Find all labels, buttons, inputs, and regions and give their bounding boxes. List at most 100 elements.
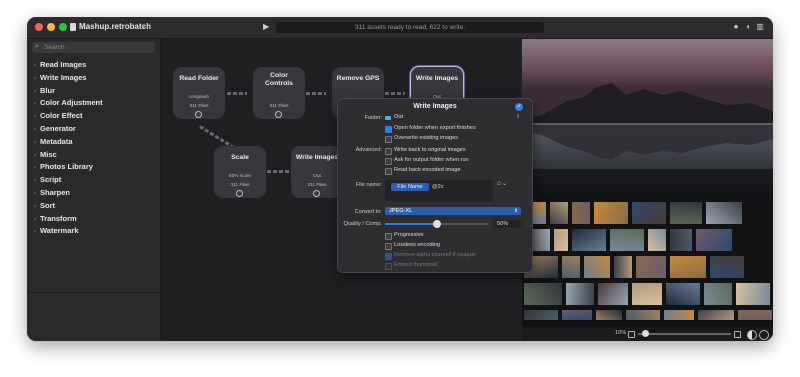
ask-output-folder-checkbox[interactable]: [385, 158, 392, 165]
quality-slider[interactable]: [385, 220, 489, 228]
zoom-out-icon[interactable]: [628, 331, 635, 338]
sidebar-item-label: Blur: [40, 85, 55, 95]
remove-alpha-checkbox[interactable]: [385, 253, 392, 260]
thumbnail-image[interactable]: [632, 283, 662, 305]
thumbnail-image[interactable]: [562, 256, 580, 278]
appearance-toggle-icon[interactable]: [747, 330, 757, 340]
node-read-folder[interactable]: Read Folder Unsplash 311 Files: [173, 67, 225, 119]
convert-format-select[interactable]: JPEG-XL ⇕: [385, 207, 521, 215]
thumbnail-image[interactable]: [594, 202, 628, 224]
chat-bubble-icon[interactable]: ◖: [743, 22, 753, 32]
zoom-slider[interactable]: [638, 330, 731, 337]
folder-icon: [385, 116, 391, 120]
thumbnail-image[interactable]: [554, 229, 568, 251]
zoom-slider-thumb[interactable]: [641, 330, 649, 337]
node-file-count: 311 Files: [307, 183, 327, 188]
sidebar-item-misc[interactable]: › Misc: [34, 150, 103, 163]
read-back-checkbox[interactable]: [385, 168, 392, 175]
thumbnail-image[interactable]: [706, 202, 742, 224]
preview-main-image[interactable]: [522, 39, 773, 199]
sidebar-item-metadata[interactable]: › Metadata: [34, 137, 103, 150]
sidebar-item-write-images[interactable]: › Write Images: [34, 73, 103, 86]
info-icon[interactable]: [759, 330, 769, 340]
updown-arrows-icon[interactable]: ⇕: [516, 114, 520, 120]
open-folder-checkbox[interactable]: [385, 126, 392, 133]
thumbnail-image[interactable]: [664, 310, 694, 320]
node-write-images[interactable]: Write Images Out 311 Files: [291, 146, 343, 198]
thumbnail-image[interactable]: [562, 310, 592, 320]
filename-field[interactable]: File Name @2x: [385, 180, 493, 201]
insert-token-icon[interactable]: ☺⌄: [496, 180, 507, 187]
thumbnail-image[interactable]: [550, 202, 568, 224]
sidebar-item-generator[interactable]: › Generator: [34, 124, 103, 137]
sidebar-item-sharpen[interactable]: › Sharpen: [34, 188, 103, 201]
write-back-checkbox[interactable]: [385, 148, 392, 155]
chevron-down-icon[interactable]: ⌄: [140, 21, 147, 30]
sidebar-item-transform[interactable]: › Transform: [34, 214, 103, 227]
sidebar-item-photos-library[interactable]: › Photos Library: [34, 162, 103, 175]
sidebar-item-label: Photos Library: [40, 162, 93, 172]
zoom-label: 10%: [615, 330, 627, 336]
thumbnail-image[interactable]: [572, 229, 606, 251]
lossless-checkbox[interactable]: [385, 243, 392, 250]
thumbnail-image[interactable]: [566, 283, 594, 305]
embed-thumbnail-checkbox[interactable]: [385, 263, 392, 270]
node-status-icon: [313, 190, 320, 197]
sidebar-item-read-images[interactable]: › Read Images: [34, 60, 103, 73]
thumbnail-image[interactable]: [632, 202, 666, 224]
thumbnail-image[interactable]: [524, 283, 562, 305]
sidebar-item-watermark[interactable]: › Watermark: [34, 226, 103, 239]
progressive-checkbox[interactable]: [385, 233, 392, 240]
quality-slider-thumb[interactable]: [433, 220, 441, 228]
checkmark-icon[interactable]: ✓: [515, 103, 523, 111]
thumbnail-image[interactable]: [598, 283, 628, 305]
node-scale[interactable]: Scale 50% scale 311 Files: [214, 146, 266, 198]
thumbnail-image[interactable]: [704, 283, 732, 305]
thumbnail-image[interactable]: [636, 256, 666, 278]
thumbnail-image[interactable]: [572, 202, 590, 224]
sidebar-item-label: Read Images: [40, 60, 87, 69]
convert-label: Convert to:: [354, 209, 382, 215]
filename-label: File name:: [355, 182, 382, 188]
sidebar-item-script[interactable]: › Script: [34, 175, 103, 188]
thumbnail-image[interactable]: [698, 310, 734, 320]
thumbnail-image[interactable]: [626, 310, 660, 320]
filename-token[interactable]: File Name: [391, 183, 429, 191]
ask-output-folder-label: Ask for output folder when run: [394, 157, 469, 163]
play-icon[interactable]: ▶: [263, 22, 269, 31]
thumbnail-image[interactable]: [670, 202, 702, 224]
thumbnail-image[interactable]: [584, 256, 610, 278]
node-file-count: 311 Files: [230, 183, 250, 188]
thumbnail-image[interactable]: [696, 229, 732, 251]
sidebar-item-label: Generator: [40, 123, 76, 133]
sidebar-item-color-effect[interactable]: › Color Effect: [34, 111, 103, 124]
search-field[interactable]: ⌕: [32, 42, 155, 53]
search-input[interactable]: [44, 42, 149, 53]
thumbnail-image[interactable]: [524, 310, 558, 320]
book-icon[interactable]: ▥: [755, 22, 765, 32]
overwrite-checkbox[interactable]: [385, 136, 392, 143]
thumbnail-image[interactable]: [738, 310, 772, 320]
sidebar-item-color-adjustment[interactable]: › Color Adjustment: [34, 98, 103, 111]
thumbnail-image[interactable]: [670, 256, 706, 278]
thumbnail-image[interactable]: [648, 229, 666, 251]
thumbnail-image[interactable]: [596, 310, 622, 320]
thumbnail-image[interactable]: [710, 256, 744, 278]
thumbnail-image[interactable]: [610, 229, 644, 251]
thumbnail-image[interactable]: [666, 283, 700, 305]
folder-popup[interactable]: Out: [394, 114, 403, 120]
close-window-button[interactable]: [35, 23, 43, 31]
sidebar-item-blur[interactable]: › Blur: [34, 86, 103, 99]
node-color-controls[interactable]: Color Controls 311 Files: [253, 67, 305, 119]
zoom-in-icon[interactable]: [734, 331, 741, 338]
sidebar-item-sort[interactable]: › Sort: [34, 201, 103, 214]
minimize-window-button[interactable]: [47, 23, 55, 31]
info-icon[interactable]: ●: [731, 22, 741, 32]
quality-value-field[interactable]: 50%: [494, 220, 521, 228]
zoom-window-button[interactable]: [59, 23, 67, 31]
document-icon: [70, 23, 76, 31]
thumbnail-image[interactable]: [614, 256, 632, 278]
thumbnail-image[interactable]: [736, 283, 770, 305]
updown-arrows-icon: ⇕: [514, 208, 519, 214]
thumbnail-image[interactable]: [670, 229, 692, 251]
